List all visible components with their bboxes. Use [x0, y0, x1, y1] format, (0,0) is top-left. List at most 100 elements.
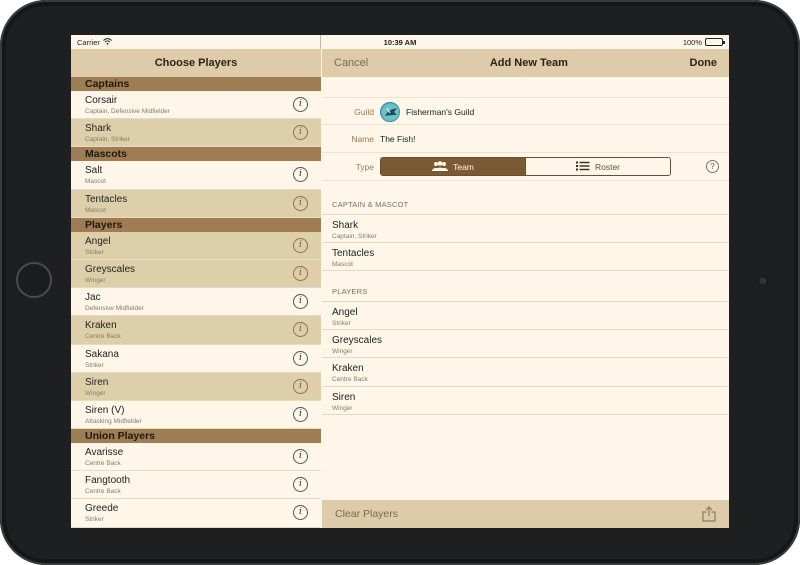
- type-segmented-control: Team Roster: [380, 157, 671, 176]
- section-header: Players: [71, 217, 321, 232]
- team-member-row[interactable]: Angel Striker: [322, 302, 729, 331]
- name-row[interactable]: Name The Fish!: [322, 125, 729, 153]
- player-role: Mascot: [85, 178, 106, 186]
- info-icon[interactable]: i: [293, 195, 308, 211]
- info-icon[interactable]: i: [293, 350, 308, 366]
- guild-row[interactable]: Guild Fisherman's Guild: [322, 97, 729, 125]
- player-list: Captains Corsair Captain, Defensive Midfie…: [71, 77, 321, 528]
- player-row[interactable]: Siren (V) Attacking Midfielder i: [71, 400, 321, 430]
- choose-players-header: Choose Players: [71, 49, 321, 77]
- player-name: Jac: [85, 292, 101, 304]
- info-icon[interactable]: i: [293, 406, 308, 422]
- player-role: Centre Back: [85, 460, 121, 468]
- info-icon[interactable]: i: [293, 449, 308, 465]
- help-icon[interactable]: ?: [706, 160, 719, 173]
- player-role: Striker: [85, 516, 104, 524]
- player-row[interactable]: Tentacles Mascot i: [71, 189, 321, 218]
- info-icon[interactable]: i: [293, 294, 308, 310]
- section-header: Union Players: [71, 429, 321, 444]
- screen: Choose Players Captains Corsair Captain, D…: [71, 35, 729, 528]
- team-member-role: Winger: [332, 404, 353, 412]
- team-member-name: Greyscales: [332, 335, 383, 347]
- player-row[interactable]: Fangtooth Centre Back i: [71, 471, 321, 500]
- player-row[interactable]: Sakana Striker i: [71, 344, 321, 373]
- team-member-name: Shark: [332, 220, 359, 231]
- info-icon[interactable]: i: [293, 125, 308, 141]
- team-member-row[interactable]: Shark Captain, Striker: [322, 215, 729, 244]
- player-name: Kraken: [85, 320, 117, 332]
- share-icon[interactable]: [702, 506, 716, 522]
- cancel-button[interactable]: Cancel: [334, 57, 368, 69]
- info-icon[interactable]: i: [293, 378, 308, 394]
- info-icon[interactable]: i: [293, 167, 308, 183]
- player-name: Avarisse: [85, 447, 124, 459]
- player-row[interactable]: Corsair Captain, Defensive Midfielder i: [71, 91, 321, 120]
- clear-players-button[interactable]: Clear Players: [335, 508, 398, 520]
- players-section-title: PLAYERS: [332, 287, 368, 296]
- player-role: Captain, Defensive Midfielder: [85, 108, 170, 115]
- info-icon[interactable]: i: [293, 505, 308, 521]
- type-roster-label: Roster: [594, 161, 621, 172]
- section-header: Captains: [71, 77, 321, 91]
- camera: [759, 277, 767, 285]
- done-button[interactable]: Done: [690, 57, 718, 69]
- player-name: Shark: [85, 123, 112, 135]
- team-member-row[interactable]: Kraken Centre Back: [322, 358, 729, 387]
- team-players-list: Angel Striker Greyscales Winger Kraken Centre…: [322, 301, 729, 415]
- player-row[interactable]: Salt Mascot i: [71, 161, 321, 190]
- home-button[interactable]: [16, 262, 52, 298]
- add-team-title: Add New Team: [489, 57, 568, 69]
- team-member-row[interactable]: Greyscales Winger: [322, 330, 729, 359]
- add-team-pane: Cancel Add New Team Done Guild Fisherman…: [322, 35, 729, 528]
- captain-mascot-section-title: CAPTAIN & MASCOT: [332, 200, 409, 209]
- player-name: Siren (V): [85, 404, 125, 416]
- player-row[interactable]: Kraken Centre Back i: [71, 316, 321, 345]
- player-role: Winger: [85, 276, 106, 284]
- info-icon[interactable]: i: [293, 237, 308, 253]
- status-bar: Carrier 10:39 AM 100%: [71, 35, 729, 49]
- team-member-name: Kraken: [332, 363, 364, 375]
- captain-mascot-list: Shark Captain, Striker Tentacles Mascot: [322, 214, 729, 272]
- player-row[interactable]: Greede Striker i: [71, 499, 321, 528]
- player-role: Mascot: [85, 206, 106, 214]
- team-member-name: Angel: [332, 307, 358, 318]
- player-name: Corsair: [85, 95, 118, 106]
- guild-value: Fisherman's Guild: [406, 107, 475, 117]
- player-row[interactable]: Avarisse Centre Back i: [71, 443, 321, 472]
- info-icon[interactable]: i: [293, 477, 308, 493]
- info-icon[interactable]: i: [293, 97, 308, 112]
- team-member-row[interactable]: Tentacles Mascot: [322, 243, 729, 272]
- player-name: Greede: [85, 503, 119, 515]
- choose-players-pane: Choose Players Captains Corsair Captain, D…: [71, 35, 321, 528]
- info-icon[interactable]: i: [293, 265, 308, 281]
- player-row[interactable]: Jac Defensive Midfielder i: [71, 288, 321, 317]
- player-name: Salt: [85, 165, 103, 177]
- player-role: Centre Back: [85, 488, 121, 496]
- choose-players-title: Choose Players: [154, 57, 238, 69]
- info-icon[interactable]: i: [293, 322, 308, 338]
- guild-label: Guild: [354, 107, 374, 117]
- type-label: Type: [355, 162, 374, 172]
- player-row[interactable]: Siren Winger i: [71, 372, 321, 401]
- player-role: Winger: [85, 389, 106, 397]
- team-member-role: Mascot: [332, 261, 353, 269]
- type-team-label: Team: [453, 161, 474, 172]
- team-member-role: Captain, Striker: [332, 233, 377, 240]
- player-name: Angel: [85, 235, 111, 247]
- team-form: Guild Fisherman's Guild Name The Fish! T…: [322, 97, 729, 181]
- wifi-icon: [103, 37, 112, 47]
- player-role: Striker: [85, 248, 104, 256]
- type-team-button[interactable]: Team: [381, 158, 525, 175]
- battery-percent: 100%: [682, 37, 702, 47]
- player-role: Striker: [85, 361, 104, 369]
- section-header: Mascots: [71, 147, 321, 162]
- team-icon: [432, 160, 449, 173]
- status-time: 10:39 AM: [383, 37, 417, 47]
- player-row[interactable]: Greyscales Winger i: [71, 259, 321, 289]
- team-name-field[interactable]: The Fish!: [380, 134, 415, 144]
- type-roster-button[interactable]: Roster: [525, 158, 670, 175]
- player-row[interactable]: Shark Captain, Striker i: [71, 119, 321, 148]
- team-member-row[interactable]: Siren Winger: [322, 386, 729, 415]
- player-row[interactable]: Angel Striker i: [71, 231, 321, 260]
- name-label: Name: [351, 134, 374, 144]
